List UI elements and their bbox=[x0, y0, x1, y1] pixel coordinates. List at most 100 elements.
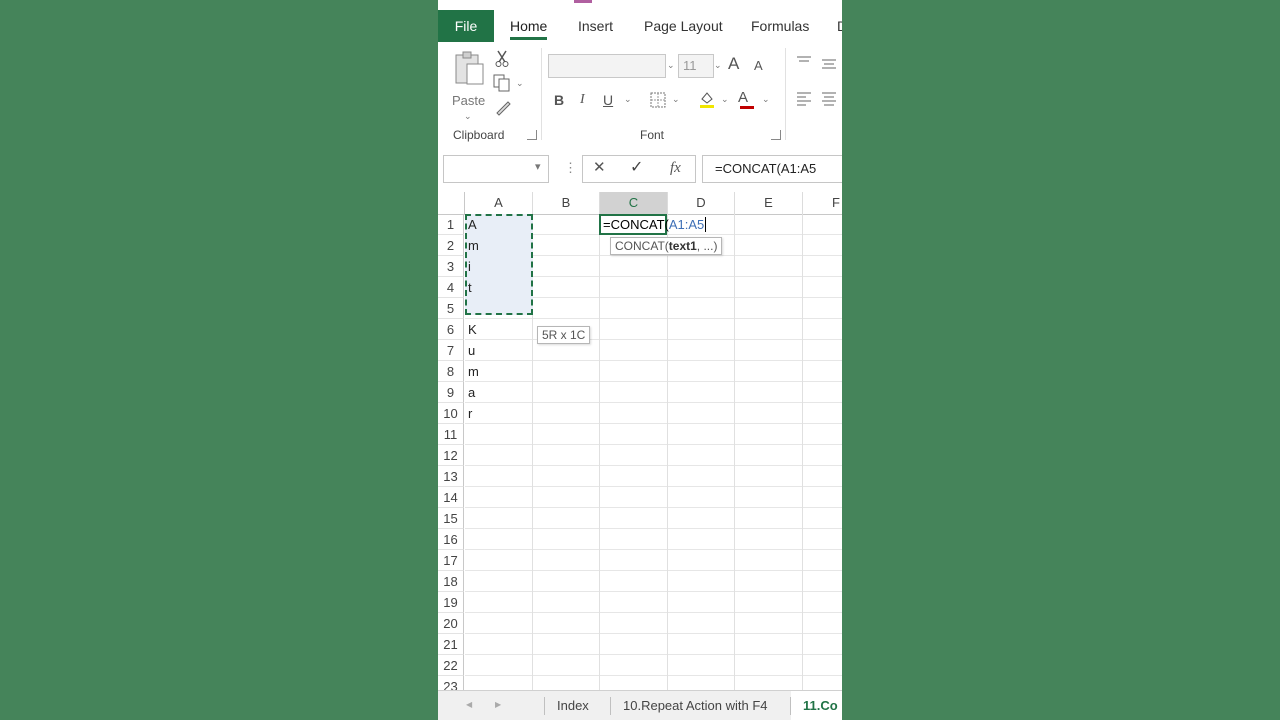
gridline bbox=[734, 214, 735, 690]
fill-color-dropdown-icon[interactable]: ⌄ bbox=[721, 94, 729, 105]
column-header-f[interactable]: F bbox=[803, 192, 842, 215]
name-box[interactable] bbox=[443, 155, 549, 183]
insert-function-icon[interactable]: fx bbox=[670, 158, 681, 178]
formula-bar-grip-icon: ⋮ bbox=[564, 160, 577, 175]
cell-a8[interactable]: m bbox=[465, 361, 479, 382]
borders-icon[interactable] bbox=[650, 92, 666, 108]
sheet-tab-active[interactable]: 11.Co bbox=[791, 691, 842, 720]
tab-file[interactable]: File bbox=[438, 10, 494, 42]
cell-a10[interactable]: r bbox=[465, 403, 472, 424]
top-align-icon[interactable] bbox=[796, 56, 812, 68]
clipboard-launcher-icon[interactable] bbox=[527, 130, 537, 140]
cell-a3[interactable]: i bbox=[465, 256, 471, 277]
row-header[interactable]: 7 bbox=[438, 340, 464, 361]
bold-button[interactable]: B bbox=[554, 90, 564, 110]
font-size-box[interactable]: 11 bbox=[678, 54, 714, 78]
grow-font-icon[interactable]: A bbox=[728, 54, 739, 74]
sheet-tab-index[interactable]: Index bbox=[545, 691, 601, 720]
formula-input[interactable]: =CONCAT(A1:A5 bbox=[702, 155, 842, 183]
tab-data[interactable]: D bbox=[837, 10, 842, 42]
gridline bbox=[465, 423, 842, 424]
row-header[interactable]: 10 bbox=[438, 403, 464, 424]
tab-formulas[interactable]: Formulas bbox=[751, 10, 809, 42]
row-header[interactable]: 5 bbox=[438, 298, 464, 319]
formula-bar: ▾ ⋮ ✕ ✓ fx =CONCAT(A1:A5 bbox=[438, 146, 842, 190]
row-header[interactable]: 17 bbox=[438, 550, 464, 571]
tab-insert[interactable]: Insert bbox=[578, 10, 613, 42]
cell-a2[interactable]: m bbox=[465, 235, 479, 256]
font-size-dropdown-icon[interactable]: ⌄ bbox=[714, 60, 722, 71]
font-color-icon[interactable]: A bbox=[738, 88, 748, 108]
column-header-b[interactable]: B bbox=[533, 192, 600, 215]
row-header[interactable]: 19 bbox=[438, 592, 464, 613]
tab-home-label: Home bbox=[510, 18, 548, 34]
gridline bbox=[802, 214, 803, 690]
cell-a7[interactable]: u bbox=[465, 340, 475, 361]
font-name-dropdown-icon[interactable]: ⌄ bbox=[667, 60, 675, 71]
editing-cell-c1[interactable]: =CONCAT(A1:A5 bbox=[599, 214, 707, 235]
row-header[interactable]: 22 bbox=[438, 655, 464, 676]
select-all-corner[interactable] bbox=[438, 192, 465, 215]
row-header[interactable]: 15 bbox=[438, 508, 464, 529]
name-box-dropdown-icon[interactable]: ▾ bbox=[535, 160, 541, 173]
gridline bbox=[465, 549, 842, 550]
cut-icon[interactable] bbox=[494, 50, 510, 68]
font-color-dropdown-icon[interactable]: ⌄ bbox=[762, 94, 770, 105]
row-header[interactable]: 8 bbox=[438, 361, 464, 382]
tab-page-layout[interactable]: Page Layout bbox=[644, 10, 723, 42]
cell-a9[interactable]: a bbox=[465, 382, 475, 403]
copy-dropdown-icon[interactable]: ⌄ bbox=[516, 78, 524, 89]
column-header-d[interactable]: D bbox=[668, 192, 735, 215]
cancel-icon[interactable]: ✕ bbox=[593, 158, 606, 178]
row-header[interactable]: 4 bbox=[438, 277, 464, 298]
column-header-c[interactable]: C bbox=[600, 192, 668, 216]
font-launcher-icon[interactable] bbox=[771, 130, 781, 140]
fill-color-icon[interactable] bbox=[698, 90, 716, 108]
gridline bbox=[465, 633, 842, 634]
row-header[interactable]: 6 bbox=[438, 319, 464, 340]
cell-a5[interactable] bbox=[465, 298, 468, 319]
underline-button[interactable]: U bbox=[603, 90, 613, 110]
row-header[interactable]: 2 bbox=[438, 235, 464, 256]
format-painter-icon[interactable] bbox=[494, 98, 512, 116]
paste-dropdown-icon[interactable]: ⌄ bbox=[464, 111, 472, 122]
row-header[interactable]: 12 bbox=[438, 445, 464, 466]
row-header[interactable]: 11 bbox=[438, 424, 464, 445]
underline-dropdown-icon[interactable]: ⌄ bbox=[624, 94, 632, 105]
row-header[interactable]: 9 bbox=[438, 382, 464, 403]
column-header-a[interactable]: A bbox=[465, 192, 533, 215]
row-header[interactable]: 21 bbox=[438, 634, 464, 655]
sheet-nav-next-icon[interactable]: ▶ bbox=[495, 700, 501, 709]
shrink-font-icon[interactable]: A bbox=[754, 56, 763, 76]
edit-cell-range-ref: A1:A5 bbox=[668, 217, 705, 232]
sheet-tab-repeat-action[interactable]: 10.Repeat Action with F4 bbox=[611, 691, 780, 720]
copy-icon[interactable] bbox=[493, 74, 511, 92]
cell-a1[interactable]: A bbox=[465, 214, 477, 235]
row-header[interactable]: 16 bbox=[438, 529, 464, 550]
row-header[interactable]: 1 bbox=[438, 214, 464, 235]
row-header[interactable]: 20 bbox=[438, 613, 464, 634]
clipboard-group-label: Clipboard bbox=[453, 128, 505, 142]
font-group-label: Font bbox=[640, 128, 665, 142]
align-center-icon[interactable] bbox=[821, 92, 837, 106]
paste-button[interactable]: Paste ⌄ bbox=[452, 50, 486, 121]
italic-button[interactable]: I bbox=[580, 90, 585, 110]
sheet-nav-prev-icon[interactable]: ◀ bbox=[466, 700, 472, 709]
borders-dropdown-icon[interactable]: ⌄ bbox=[672, 94, 680, 105]
text-cursor bbox=[705, 217, 707, 232]
font-name-box[interactable] bbox=[548, 54, 666, 78]
row-header[interactable]: 14 bbox=[438, 487, 464, 508]
cell-a4[interactable]: t bbox=[465, 277, 472, 298]
row-header[interactable]: 13 bbox=[438, 466, 464, 487]
align-left-icon[interactable] bbox=[796, 92, 812, 106]
middle-align-icon[interactable] bbox=[821, 58, 837, 70]
paste-icon bbox=[455, 51, 484, 85]
row-header[interactable]: 18 bbox=[438, 571, 464, 592]
function-tooltip[interactable]: CONCAT(text1, ...) bbox=[610, 237, 723, 255]
tab-home[interactable]: Home bbox=[510, 10, 548, 42]
gridline bbox=[465, 654, 842, 655]
cell-a6[interactable]: K bbox=[465, 319, 477, 340]
column-header-e[interactable]: E bbox=[735, 192, 803, 215]
row-header[interactable]: 3 bbox=[438, 256, 464, 277]
enter-icon[interactable]: ✓ bbox=[630, 158, 643, 178]
